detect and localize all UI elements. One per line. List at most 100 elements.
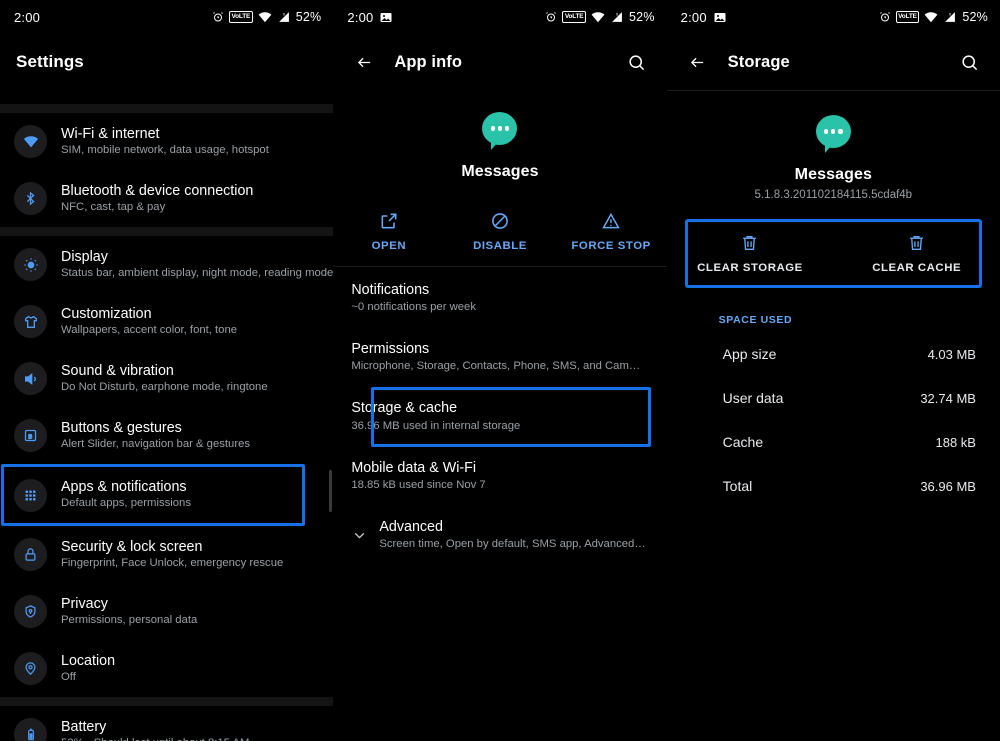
app-actions: OPEN DISABLE FORCE STOP <box>333 197 666 266</box>
disable-button[interactable]: DISABLE <box>444 211 555 252</box>
table-row: Cache 188 kB <box>667 420 1000 464</box>
sidebar-item-wifi[interactable]: Wi-Fi & internet SIM, mobile network, da… <box>0 113 333 170</box>
page-title: App info <box>394 52 463 71</box>
disable-circle-slash-icon <box>490 211 510 231</box>
sidebar-item-location[interactable]: Location Off <box>0 640 333 697</box>
storage-actions: CLEAR STORAGE CLEAR CACHE <box>667 217 1000 290</box>
scrollbar[interactable] <box>329 470 333 512</box>
status-battery: 52% <box>962 10 988 24</box>
cellular-signal-icon: x <box>277 11 290 23</box>
storage-header: Storage <box>667 34 1000 90</box>
action-label: CLEAR STORAGE <box>697 262 803 274</box>
list-item-label: Advanced <box>379 518 443 535</box>
chevron-down-icon <box>351 527 379 544</box>
list-item-subtitle: ~0 notifications per week <box>351 301 476 314</box>
row-value: 4.03 MB <box>927 346 976 362</box>
app-version: 5.1.8.3.201102184115.5cdaf4b <box>754 189 913 201</box>
shirt-icon <box>14 305 47 338</box>
list-item-label: Storage & cache <box>351 400 458 417</box>
sidebar-item-battery[interactable]: Battery 52% - Should last until about 8:… <box>0 706 333 741</box>
status-bar: 2:00 VoLTE x 52% <box>667 0 1000 34</box>
settings-header: Settings <box>0 34 333 104</box>
clear-storage-button[interactable]: CLEAR STORAGE <box>667 233 834 274</box>
list-item-advanced[interactable]: Advanced Screen time, Open by default, S… <box>333 506 666 565</box>
sidebar-item-security[interactable]: Security & lock screen Fingerprint, Face… <box>0 526 333 583</box>
table-row: App size 4.03 MB <box>667 332 1000 376</box>
warning-triangle-icon <box>601 211 621 231</box>
list-item-subtitle: Screen time, Open by default, SMS app, A… <box>379 538 649 551</box>
sidebar-item-sound[interactable]: Sound & vibration Do Not Disturb, earpho… <box>0 350 333 407</box>
list-item-subtitle: Microphone, Storage, Contacts, Phone, SM… <box>351 360 641 373</box>
three-panel-screenshot: 2:00 VoLTE x 52% Settings Wi-Fi & intern… <box>0 0 1000 741</box>
alarm-icon <box>545 11 557 23</box>
table-row: Total 36.96 MB <box>667 464 1000 508</box>
sidebar-item-subtitle: Off <box>61 670 76 683</box>
messages-bubble-icon <box>815 115 851 153</box>
apps-grid-icon <box>14 478 47 512</box>
status-bar: 2:00 VoLTE x 52% <box>333 0 666 34</box>
wifi-icon <box>591 11 605 23</box>
search-icon[interactable] <box>621 46 653 78</box>
open-button[interactable]: OPEN <box>333 211 444 252</box>
sidebar-item-label: Customization <box>61 305 152 322</box>
app-info-panel: 2:00 VoLTE x 52% App info Messages OPEN … <box>333 0 667 741</box>
list-item-label: Permissions <box>351 340 430 357</box>
volume-icon <box>14 362 47 395</box>
app-hero: Messages 5.1.8.3.201102184115.5cdaf4b <box>667 91 1000 201</box>
row-key: User data <box>722 390 784 406</box>
location-pin-icon <box>14 652 47 685</box>
trash-icon <box>907 233 926 253</box>
status-time: 2:00 <box>680 9 707 25</box>
app-actions-wrap: OPEN DISABLE FORCE STOP <box>333 197 666 266</box>
force-stop-button[interactable]: FORCE STOP <box>556 211 667 252</box>
list-item-notifications[interactable]: Notifications ~0 notifications per week <box>333 269 666 328</box>
clear-cache-button[interactable]: CLEAR CACHE <box>833 233 1000 274</box>
list-item-storage-cache[interactable]: Storage & cache 36.96 MB used in interna… <box>333 387 666 447</box>
sidebar-item-subtitle: Wallpapers, accent color, font, tone <box>61 323 238 336</box>
row-value: 188 kB <box>935 434 976 450</box>
sidebar-item-label: Apps & notifications <box>61 479 187 495</box>
image-icon <box>380 12 392 23</box>
cellular-signal-icon: x <box>943 11 956 23</box>
section-divider <box>0 227 334 236</box>
back-arrow-icon[interactable] <box>347 45 381 79</box>
search-icon[interactable] <box>954 46 986 78</box>
alarm-icon <box>879 11 891 23</box>
row-value: 36.96 MB <box>920 478 976 494</box>
section-divider <box>0 104 334 113</box>
volte-badge-icon: VoLTE <box>895 11 920 23</box>
sidebar-item-customization[interactable]: Customization Wallpapers, accent color, … <box>0 293 333 350</box>
svg-text:B: B <box>28 434 32 440</box>
page-title: Settings <box>16 52 84 71</box>
sidebar-item-subtitle: Alert Slider, navigation bar & gestures <box>61 437 251 450</box>
wifi-icon <box>14 125 47 158</box>
action-label: DISABLE <box>473 240 527 252</box>
open-external-icon <box>379 211 399 231</box>
wifi-icon <box>924 11 938 23</box>
sidebar-item-label: Privacy <box>61 595 108 612</box>
status-time: 2:00 <box>347 9 374 25</box>
battery-icon <box>14 718 47 741</box>
sidebar-item-apps-notifications[interactable]: Apps & notifications Default apps, permi… <box>0 464 333 526</box>
back-arrow-icon[interactable] <box>681 45 715 79</box>
sidebar-item-label: Sound & vibration <box>61 362 174 379</box>
status-time: 2:00 <box>14 9 41 25</box>
sidebar-item-privacy[interactable]: Privacy Permissions, personal data <box>0 583 333 640</box>
section-divider <box>0 697 334 706</box>
row-key: Cache <box>722 434 764 450</box>
sidebar-item-bluetooth[interactable]: Bluetooth & device connection NFC, cast,… <box>0 170 333 227</box>
sidebar-item-label: Battery <box>61 718 107 735</box>
cellular-signal-icon: x <box>610 11 623 23</box>
sidebar-item-buttons-gestures[interactable]: B Buttons & gestures Alert Slider, navig… <box>0 407 333 464</box>
status-battery: 52% <box>295 10 322 24</box>
volte-badge-icon: VoLTE <box>228 11 253 23</box>
row-value: 32.74 MB <box>920 390 976 406</box>
app-info-header: App info <box>333 34 666 90</box>
list-item-mobile-data-wifi[interactable]: Mobile data & Wi-Fi 18.85 kB used since … <box>333 447 666 506</box>
app-name: Messages <box>794 166 872 183</box>
list-item-permissions[interactable]: Permissions Microphone, Storage, Contact… <box>333 328 666 387</box>
storage-panel: 2:00 VoLTE x 52% Storage Messages 5.1.8.… <box>666 0 1000 741</box>
alarm-icon <box>212 11 224 23</box>
wifi-icon <box>258 11 272 23</box>
sidebar-item-display[interactable]: Display Status bar, ambient display, nig… <box>0 236 333 293</box>
